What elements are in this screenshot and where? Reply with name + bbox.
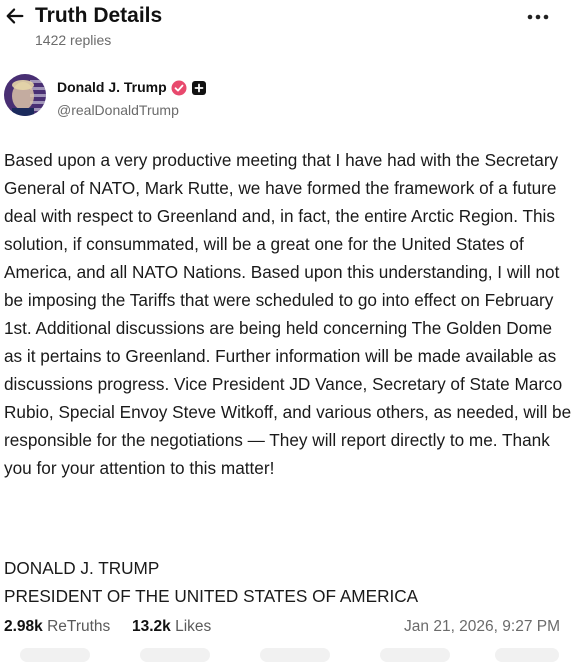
- likes-stat[interactable]: 13.2k Likes: [132, 618, 211, 636]
- signature-name: DONALD J. TRUMP: [4, 558, 160, 578]
- like-button[interactable]: [260, 648, 330, 662]
- retruths-count: 2.98k: [4, 618, 43, 635]
- header: Truth Details 1422 replies: [0, 0, 579, 60]
- page-title: Truth Details: [35, 4, 163, 27]
- arrow-left-icon[interactable]: [4, 5, 26, 27]
- post-timestamp: Jan 21, 2026, 9:27 PM: [404, 618, 560, 635]
- retruths-label: ReTruths: [47, 618, 111, 635]
- post-stats: 2.98k ReTruths 13.2k Likes Jan 21, 2026,…: [4, 618, 564, 640]
- plus-badge-icon: [192, 81, 206, 95]
- avatar[interactable]: [4, 74, 46, 116]
- action-bar: [0, 648, 579, 662]
- retruths-stat[interactable]: 2.98k ReTruths: [4, 618, 110, 636]
- signature-title: PRESIDENT OF THE UNITED STATES OF AMERIC…: [4, 586, 419, 606]
- share-button[interactable]: [380, 648, 450, 662]
- post-body: Based upon a very productive meeting tha…: [4, 150, 572, 478]
- likes-label: Likes: [175, 618, 212, 635]
- verified-badge-icon: [171, 80, 187, 96]
- author-name[interactable]: Donald J. Trump: [57, 79, 167, 95]
- more-horizontal-icon[interactable]: [526, 10, 550, 24]
- author-handle[interactable]: @realDonaldTrump: [57, 102, 179, 118]
- likes-count: 13.2k: [132, 618, 171, 635]
- more-actions-button[interactable]: [495, 648, 559, 662]
- reply-count: 1422 replies: [35, 32, 112, 48]
- reply-button[interactable]: [20, 648, 90, 662]
- retruth-button[interactable]: [140, 648, 210, 662]
